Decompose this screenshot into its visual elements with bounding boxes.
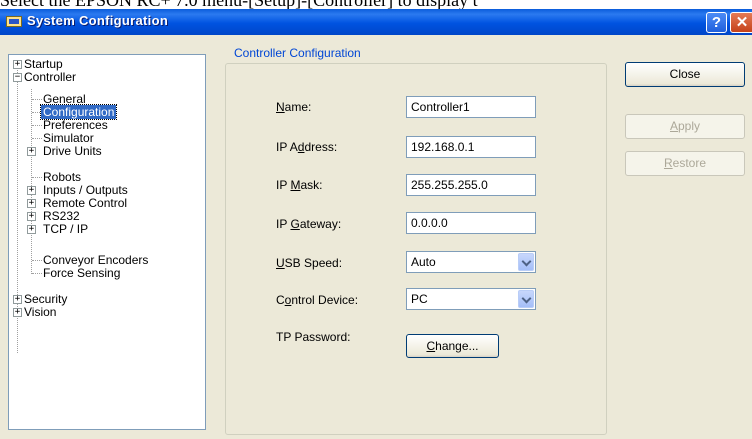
ip-address-label: IP Address: [276, 140, 338, 154]
control-device-value: PC [411, 292, 428, 306]
change-password-button[interactable]: Change... [406, 334, 499, 358]
tree-item-label: Vision [24, 305, 57, 319]
ip-mask-label: IP Mask: [276, 178, 323, 192]
controller-name-field[interactable]: Controller1 [406, 96, 536, 118]
usb-speed-dropdown[interactable]: Auto [406, 251, 536, 273]
name-label: Name: [276, 100, 312, 114]
tree-connector [32, 99, 42, 100]
expand-plus-icon[interactable]: + [13, 308, 22, 317]
ip-gateway-field[interactable]: 0.0.0.0 [406, 212, 536, 234]
tree-item-label: Simulator [43, 131, 94, 145]
expand-plus-icon[interactable]: + [27, 147, 36, 156]
window-app-icon [6, 16, 22, 27]
usb-speed-label: USB Speed: [276, 256, 343, 270]
tree-item-label: General [43, 92, 86, 106]
background-document-text: Select the EPSON RC+ 7.0 menu-[Setup]-[C… [0, 0, 752, 9]
usb-speed-value: Auto [411, 255, 436, 269]
expand-plus-icon[interactable]: + [13, 60, 22, 69]
collapse-minus-icon[interactable]: − [13, 73, 22, 82]
tree-item-label: Preferences [43, 118, 108, 132]
expand-plus-icon[interactable]: + [27, 212, 36, 221]
chevron-down-icon[interactable] [518, 253, 534, 271]
window-title: System Configuration [27, 13, 169, 28]
tree-item-label: Controller [24, 70, 77, 84]
ip-gateway-label: IP Gateway: [276, 217, 342, 231]
control-device-label: Control Device: [276, 293, 359, 307]
controller-configuration-group [225, 63, 607, 435]
chevron-down-icon[interactable] [518, 290, 534, 308]
expand-plus-icon[interactable]: + [13, 295, 22, 304]
expand-plus-icon[interactable]: + [27, 199, 36, 208]
tree-item-force-sensing[interactable]: Force Sensing [43, 267, 120, 280]
settings-tree[interactable]: + Startup − Controller General Configura… [8, 54, 206, 430]
help-button[interactable]: ? [706, 12, 727, 33]
tree-item-label: Force Sensing [43, 266, 121, 280]
system-configuration-dialog: System Configuration ? ✕ + Startup − Con… [0, 9, 752, 439]
title-bar[interactable]: System Configuration ? ✕ [0, 9, 752, 35]
ip-mask-field[interactable]: 255.255.255.0 [406, 174, 536, 196]
tree-connector [32, 138, 42, 139]
close-button[interactable]: Close [625, 62, 745, 87]
tree-item-label: Conveyor Encoders [43, 253, 149, 267]
expand-plus-icon[interactable]: + [27, 186, 36, 195]
apply-button[interactable]: Apply [625, 114, 745, 139]
tree-connector [32, 273, 42, 274]
group-caption: Controller Configuration [231, 46, 364, 60]
tree-item-label-selected: Configuration [39, 104, 118, 120]
tree-connector [32, 260, 42, 261]
expand-plus-icon[interactable]: + [27, 225, 36, 234]
tree-connector [32, 125, 42, 126]
tree-connector [32, 177, 42, 178]
control-device-dropdown[interactable]: PC [406, 288, 536, 310]
restore-button[interactable]: Restore [625, 151, 745, 176]
tp-password-label: TP Password: [276, 330, 351, 344]
tree-item-label: Drive Units [43, 144, 102, 158]
window-close-button[interactable]: ✕ [730, 12, 752, 33]
tree-item-label: Robots [43, 170, 82, 184]
tree-item-label: TCP / IP [43, 222, 89, 236]
tree-controller-line [31, 89, 32, 274]
ip-address-field[interactable]: 192.168.0.1 [406, 136, 536, 158]
